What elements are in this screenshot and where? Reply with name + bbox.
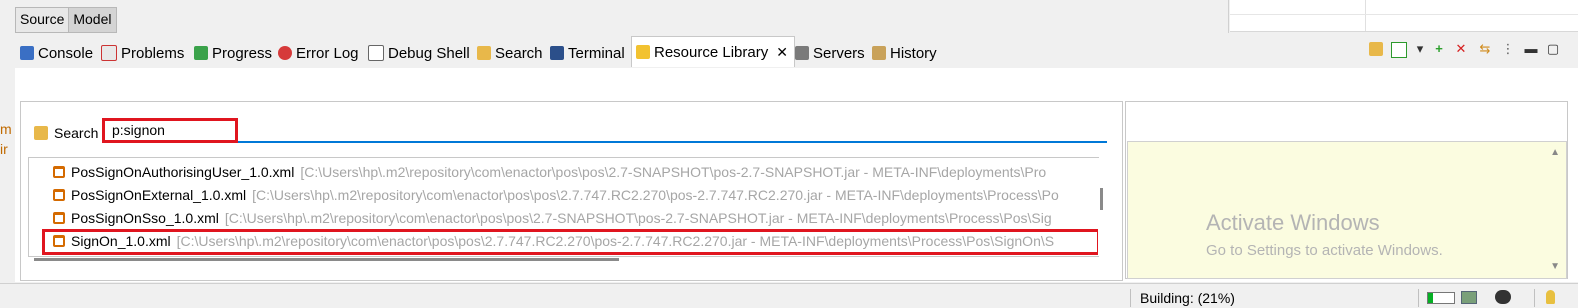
list-item[interactable]: PosSignOnSso_1.0.xml [C:\Users\hp\.m2\re… (53, 208, 1098, 228)
error-log-icon (278, 46, 292, 60)
status-bar (0, 283, 1578, 308)
xml-file-icon (53, 166, 65, 178)
xml-file-icon (53, 189, 65, 201)
scroll-down-icon[interactable]: ▼ (1550, 261, 1560, 272)
sync-icon[interactable]: ⇆ (1478, 42, 1492, 56)
problems-icon (101, 45, 117, 61)
lightbulb-icon[interactable] (1546, 290, 1555, 304)
tab-history[interactable]: History (872, 42, 937, 64)
view-tab-bar: Console Problems Progress Error Log Debu… (0, 34, 1578, 68)
history-icon (872, 46, 886, 60)
tab-debug-shell[interactable]: Debug Shell (368, 42, 470, 64)
vertical-scrollbar[interactable] (1098, 158, 1106, 255)
watermark-subtitle: Go to Settings to activate Windows. (1206, 242, 1443, 259)
editor-area (0, 0, 1229, 33)
progress-icon (194, 46, 208, 60)
servers-icon (795, 46, 809, 60)
build-progress-bar[interactable] (1427, 292, 1455, 304)
list-item[interactable]: PosSignOnAuthorisingUser_1.0.xml [C:\Use… (53, 162, 1098, 182)
cutoff-text: ir (0, 141, 8, 157)
tab-model[interactable]: Model (69, 8, 116, 32)
editor-mode-tabs: Source Model (15, 7, 117, 33)
tab-progress[interactable]: Progress (194, 42, 272, 64)
highlight-box-search (102, 118, 238, 143)
search-label: Search (34, 125, 98, 141)
xml-file-icon (53, 212, 65, 224)
tab-error-log[interactable]: Error Log (278, 42, 359, 64)
tab-servers[interactable]: Servers (795, 42, 865, 64)
tab-search[interactable]: Search (477, 42, 543, 64)
chevron-down-icon[interactable]: ▾ (1413, 42, 1427, 56)
search-icon[interactable] (1369, 42, 1383, 56)
tab-source[interactable]: Source (16, 8, 70, 32)
remove-icon[interactable]: ✕ (1454, 42, 1468, 56)
tab-resource-library[interactable]: Resource Library ✕ (631, 36, 795, 67)
terminal-icon (550, 46, 564, 60)
add-icon[interactable]: + (1432, 42, 1446, 56)
list-item[interactable]: PosSignOnExternal_1.0.xml [C:\Users\hp\.… (53, 185, 1098, 205)
maximize-icon[interactable]: ▢ (1546, 42, 1560, 56)
resource-library-icon (636, 45, 650, 59)
horizontal-scrollbar[interactable] (30, 256, 1098, 262)
watermark-title: Activate Windows (1206, 210, 1380, 235)
highlight-box-result (42, 229, 1100, 255)
tab-console[interactable]: Console (20, 42, 93, 64)
debug-shell-icon (368, 45, 384, 61)
tab-problems[interactable]: Problems (101, 42, 184, 64)
cutoff-text: m (0, 121, 12, 137)
debug-icon[interactable] (1495, 290, 1511, 304)
search-icon (34, 126, 48, 140)
more-icon[interactable]: ⋮ (1501, 42, 1515, 56)
properties-grid (1230, 0, 1578, 32)
search-icon (477, 46, 491, 60)
console-icon (20, 46, 34, 60)
close-icon[interactable]: ✕ (776, 44, 788, 61)
minimize-icon[interactable]: ▬ (1524, 42, 1538, 56)
progress-view-icon[interactable] (1461, 291, 1477, 304)
tab-terminal[interactable]: Terminal (550, 42, 625, 64)
build-status: Building: (21%) (1140, 290, 1235, 306)
search-input[interactable] (102, 119, 1107, 143)
scroll-up-icon[interactable]: ▲ (1550, 147, 1560, 158)
window-icon[interactable] (1391, 42, 1407, 58)
